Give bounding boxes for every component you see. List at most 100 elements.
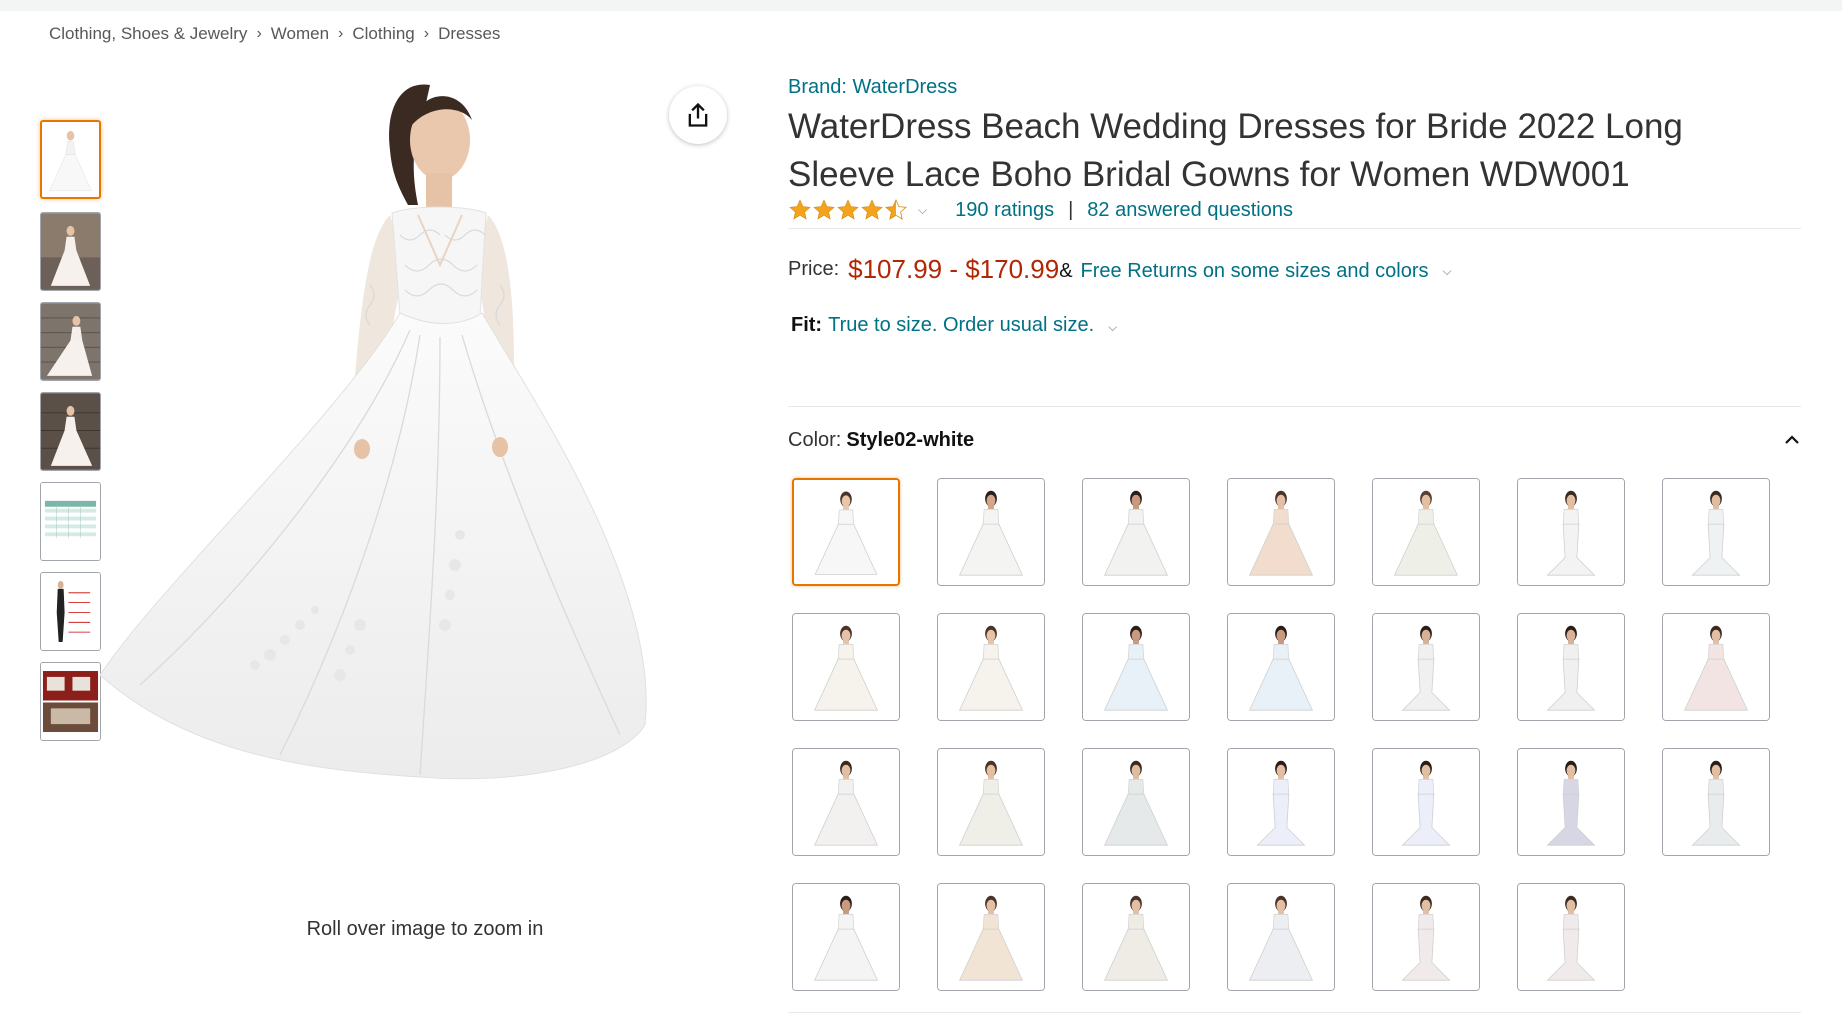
dress-thumbnail-image bbox=[794, 480, 898, 584]
dress-thumbnail-image bbox=[1663, 749, 1769, 855]
star-full-icon bbox=[861, 199, 883, 220]
color-swatch[interactable] bbox=[937, 748, 1045, 856]
star-full-icon bbox=[789, 199, 811, 220]
dress-thumbnail-image bbox=[1083, 614, 1189, 720]
color-swatch[interactable] bbox=[792, 613, 900, 721]
dress-thumbnail-image bbox=[1518, 884, 1624, 990]
ratings-link[interactable]: 190 ratings bbox=[955, 199, 1054, 222]
color-swatch[interactable] bbox=[1227, 613, 1335, 721]
color-swatch[interactable] bbox=[1082, 478, 1190, 586]
color-swatch[interactable] bbox=[1372, 613, 1480, 721]
dress-thumbnail-image bbox=[1228, 749, 1334, 855]
color-swatch[interactable] bbox=[1227, 478, 1335, 586]
zoom-hint: Roll over image to zoom in bbox=[306, 918, 544, 940]
divider bbox=[788, 228, 1801, 229]
dress-thumbnail-image bbox=[1228, 479, 1334, 585]
star-full-icon bbox=[837, 199, 859, 220]
chevron-down-icon[interactable]: ⌵ bbox=[1442, 264, 1451, 279]
color-row: Color: Style02-white bbox=[788, 425, 1801, 455]
thumbnail-2[interactable] bbox=[40, 212, 101, 291]
color-swatch[interactable] bbox=[937, 883, 1045, 991]
dress-thumbnail-image bbox=[1373, 479, 1479, 585]
color-swatch[interactable] bbox=[1662, 748, 1770, 856]
fit-label: Fit: bbox=[791, 313, 823, 336]
dress-thumbnail-image bbox=[1083, 749, 1189, 855]
color-swatch-grid bbox=[792, 478, 1802, 991]
dress-thumbnail-image bbox=[1083, 884, 1189, 990]
star-rating[interactable] bbox=[788, 198, 908, 222]
price-range: $107.99 - $170.99 bbox=[848, 253, 1060, 284]
dress-thumbnail-image bbox=[938, 479, 1044, 585]
price-row: Price: $107.99 - $170.99 & Free Returns … bbox=[788, 252, 1452, 286]
color-swatch[interactable] bbox=[1227, 883, 1335, 991]
price-ampersand: & bbox=[1059, 259, 1073, 282]
dress-thumbnail-image bbox=[793, 614, 899, 720]
color-swatch[interactable] bbox=[1372, 883, 1480, 991]
star-full-icon bbox=[813, 199, 835, 220]
color-swatch[interactable] bbox=[937, 478, 1045, 586]
color-swatch[interactable] bbox=[792, 883, 900, 991]
color-swatch[interactable] bbox=[1517, 883, 1625, 991]
brand-link[interactable]: Brand: WaterDress bbox=[788, 74, 1801, 100]
color-swatch[interactable] bbox=[1662, 613, 1770, 721]
dress-thumbnail-image bbox=[1663, 614, 1769, 720]
thumbnail-4[interactable] bbox=[40, 392, 101, 471]
color-label: Color: bbox=[788, 428, 842, 451]
share-icon bbox=[688, 102, 708, 127]
dress-thumbnail-image bbox=[1228, 884, 1334, 990]
breadcrumb-women[interactable]: Women bbox=[271, 24, 329, 44]
fit-row: Fit: True to size. Order usual size. ⌵ bbox=[791, 311, 1117, 339]
color-swatch[interactable] bbox=[937, 613, 1045, 721]
breadcrumb-separator: › bbox=[338, 25, 344, 42]
breadcrumb-clothing[interactable]: Clothing bbox=[352, 24, 414, 44]
color-swatch[interactable] bbox=[1372, 478, 1480, 586]
color-swatch[interactable] bbox=[1227, 748, 1335, 856]
breadcrumb-clothing-shoes-jewelry[interactable]: Clothing, Shoes & Jewelry bbox=[49, 24, 247, 44]
color-swatch[interactable] bbox=[1372, 748, 1480, 856]
dress-thumbnail-image bbox=[1373, 614, 1479, 720]
color-swatch[interactable] bbox=[1082, 883, 1190, 991]
color-swatch[interactable] bbox=[1517, 613, 1625, 721]
color-swatch[interactable] bbox=[1082, 748, 1190, 856]
free-returns-link[interactable]: Free Returns on some sizes and colors bbox=[1081, 260, 1429, 283]
thumbnail-6[interactable] bbox=[40, 572, 101, 651]
breadcrumb-dresses[interactable]: Dresses bbox=[438, 24, 500, 44]
dress-thumbnail-image bbox=[1083, 479, 1189, 585]
dress-thumbnail-image bbox=[938, 614, 1044, 720]
color-swatch[interactable] bbox=[1662, 478, 1770, 586]
thumbnail-7[interactable] bbox=[40, 662, 101, 741]
rating-row: ⌵ 190 ratings | 82 answered questions bbox=[788, 197, 1293, 223]
dress-thumbnail-image bbox=[793, 749, 899, 855]
color-value: Style02-white bbox=[846, 428, 975, 451]
color-swatch[interactable] bbox=[1082, 613, 1190, 721]
breadcrumb: Clothing, Shoes & Jewelry › Women › Clot… bbox=[49, 22, 500, 46]
color-swatch[interactable] bbox=[792, 478, 900, 586]
dress-thumbnail-image bbox=[1373, 749, 1479, 855]
chevron-up-icon[interactable] bbox=[1783, 431, 1801, 449]
fit-value-link[interactable]: True to size. Order usual size. bbox=[828, 314, 1094, 337]
divider bbox=[788, 1012, 1801, 1013]
price-label: Price: bbox=[788, 257, 840, 280]
dress-thumbnail-image bbox=[938, 749, 1044, 855]
divider bbox=[788, 406, 1801, 407]
breadcrumb-separator: › bbox=[423, 25, 430, 42]
product-title: WaterDress Beach Wedding Dresses for Bri… bbox=[788, 107, 1683, 194]
dress-thumbnail-image bbox=[1518, 614, 1624, 720]
dress-thumbnail-image bbox=[938, 884, 1044, 990]
color-swatch[interactable] bbox=[792, 748, 900, 856]
main-product-image[interactable] bbox=[99, 65, 740, 905]
answered-questions-link[interactable]: 82 answered questions bbox=[1087, 199, 1293, 222]
dress-thumbnail-image bbox=[1373, 884, 1479, 990]
chevron-down-icon[interactable]: ⌵ bbox=[1108, 320, 1117, 335]
chevron-down-icon[interactable]: ⌵ bbox=[918, 203, 927, 218]
thumbnail-5[interactable] bbox=[40, 482, 101, 561]
thumbnail-3[interactable] bbox=[40, 302, 101, 381]
star-half-icon bbox=[885, 199, 907, 220]
color-swatch[interactable] bbox=[1517, 478, 1625, 586]
color-swatch[interactable] bbox=[1517, 748, 1625, 856]
dress-thumbnail-image bbox=[1518, 749, 1624, 855]
thumbnail-1[interactable] bbox=[40, 120, 101, 199]
breadcrumb-separator: › bbox=[256, 25, 262, 42]
share-button[interactable] bbox=[669, 86, 727, 144]
product-info: Brand: WaterDress WaterDress Beach Weddi… bbox=[788, 74, 1801, 991]
